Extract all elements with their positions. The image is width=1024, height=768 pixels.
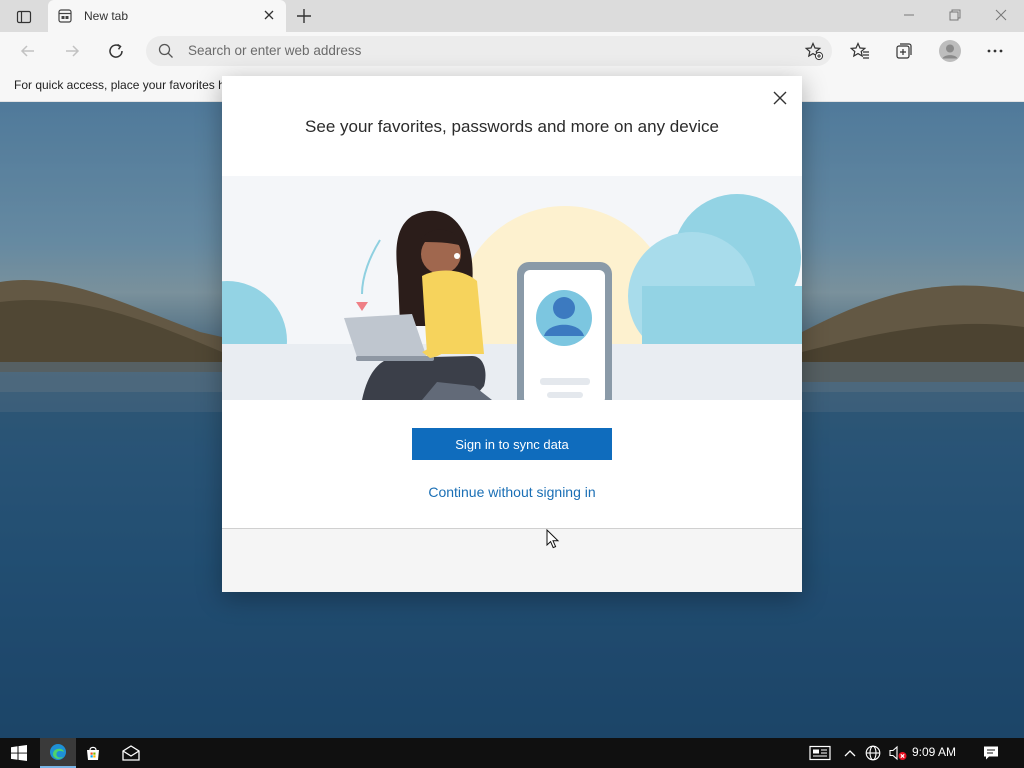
favorites-icon — [850, 42, 869, 59]
collections-icon — [896, 43, 912, 59]
mouse-cursor-icon — [546, 529, 560, 549]
address-bar[interactable]: Search or enter web address — [146, 36, 832, 66]
settings-more-button[interactable] — [983, 39, 1007, 63]
taskbar-mail-button[interactable] — [118, 738, 144, 768]
store-bag-icon — [87, 746, 99, 760]
restore-icon — [949, 9, 961, 21]
windows-logo-icon — [11, 745, 27, 761]
news-and-interests-button[interactable] — [806, 738, 834, 768]
forward-button[interactable] — [60, 39, 84, 63]
search-icon — [158, 43, 173, 58]
globe-network-icon — [865, 745, 881, 761]
chevron-up-icon — [844, 750, 856, 757]
dialog-title: See your favorites, passwords and more o… — [305, 117, 719, 136]
arrow-left-icon — [20, 45, 34, 57]
show-hidden-icons-button[interactable] — [840, 738, 860, 768]
address-input[interactable]: Search or enter web address — [188, 43, 361, 58]
back-button[interactable] — [16, 39, 40, 63]
mail-icon — [122, 745, 140, 761]
taskbar-edge-button[interactable] — [40, 738, 76, 768]
refresh-button[interactable] — [104, 39, 128, 63]
tab-title: New tab — [84, 9, 129, 23]
notification-icon — [984, 746, 998, 760]
sync-illustration — [222, 176, 802, 400]
close-tab-icon[interactable] — [262, 8, 276, 22]
minimize-icon — [904, 14, 914, 16]
dialog-close-button[interactable] — [770, 88, 790, 108]
minimize-button[interactable] — [895, 4, 923, 26]
taskbar-clock[interactable]: 9:09 AM — [912, 745, 956, 759]
close-window-button[interactable] — [987, 4, 1015, 26]
restore-button[interactable] — [941, 4, 969, 26]
profile-button[interactable] — [938, 39, 962, 63]
tab-new-tab[interactable]: New tab — [48, 0, 286, 32]
favorites-bar-hint: For quick access, place your favorites h — [14, 78, 225, 92]
new-tab-page-icon — [58, 9, 72, 23]
continue-without-signing-in-link[interactable]: Continue without signing in — [222, 484, 802, 500]
tab-strip: New tab — [0, 0, 1024, 32]
tab-actions-icon — [16, 10, 32, 24]
sign-in-to-sync-button[interactable]: Sign in to sync data — [412, 428, 612, 460]
new-tab-button[interactable] — [294, 6, 316, 26]
network-button[interactable] — [862, 738, 884, 768]
collections-button[interactable] — [892, 39, 916, 63]
news-icon — [809, 745, 831, 761]
avatar-icon — [939, 40, 961, 62]
volume-button[interactable] — [886, 738, 910, 768]
action-center-button[interactable] — [978, 738, 1004, 768]
more-dots-icon — [987, 49, 1003, 53]
dialog-footer — [222, 528, 802, 592]
favorites-button[interactable] — [848, 39, 872, 63]
arrow-right-icon — [66, 45, 80, 57]
tab-actions-menu-button[interactable] — [10, 6, 38, 28]
start-button[interactable] — [4, 738, 34, 768]
taskbar: 9:09 AM — [0, 738, 1024, 768]
edge-browser-icon — [50, 744, 66, 760]
refresh-icon — [109, 43, 123, 58]
volume-muted-icon — [889, 745, 907, 761]
plus-icon — [297, 9, 311, 23]
taskbar-store-button[interactable] — [80, 738, 106, 768]
sync-sign-in-dialog: See your favorites, passwords and more o… — [222, 76, 802, 592]
close-icon — [995, 9, 1007, 21]
browser-toolbar: Search or enter web address — [0, 32, 1024, 70]
add-favorite-icon[interactable] — [804, 41, 824, 61]
close-icon — [773, 91, 787, 105]
